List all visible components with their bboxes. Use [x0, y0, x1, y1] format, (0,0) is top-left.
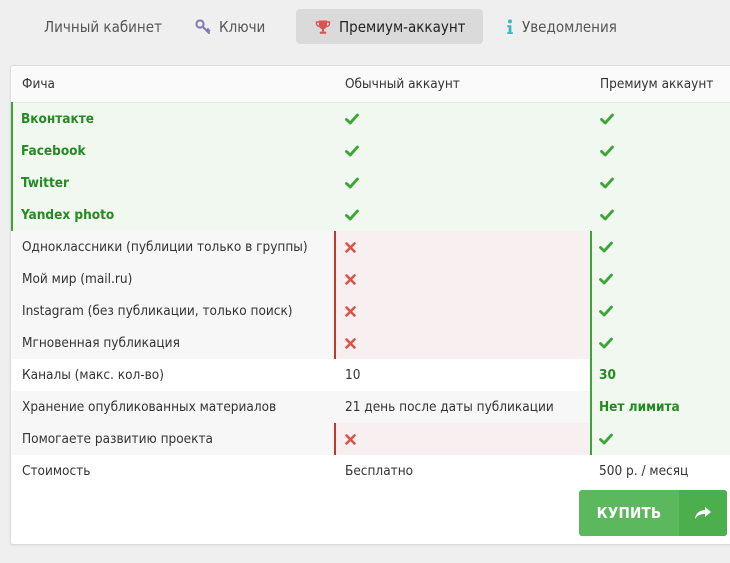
premium-cell [591, 102, 730, 135]
trophy-icon [315, 20, 331, 34]
feature-name: Yandex photo [11, 199, 335, 231]
tab-label: Премиум-аккаунт [339, 17, 466, 36]
check-icon [345, 145, 359, 157]
share-arrow-icon [695, 507, 711, 519]
cross-icon [345, 273, 356, 285]
check-icon [345, 209, 359, 221]
check-icon [599, 337, 613, 349]
table-row: Вконтакте [11, 102, 730, 135]
premium-cell [591, 199, 730, 231]
cross-icon [345, 305, 356, 317]
feature-name: Instagram (без публикации, только поиск) [12, 295, 335, 327]
table-row: Каналы (макс. кол-во) 10 30 [12, 359, 730, 391]
feature-name: Facebook [11, 135, 335, 167]
account-tabs: Личный кабинет Ключи Премиум-аккаунт Уве… [20, 9, 654, 44]
premium-cell [591, 167, 730, 199]
basic-value: 10 [335, 359, 591, 391]
tab-label: Уведомления [522, 17, 617, 36]
tab-personal-cabinet[interactable]: Личный кабинет [20, 9, 175, 44]
premium-cell [590, 423, 730, 455]
premium-panel: Фича Обычный аккаунт Премиум аккаунт Вко… [10, 65, 730, 545]
tab-notifications[interactable]: Уведомления [484, 9, 654, 44]
table-row: Instagram (без публикации, только поиск) [12, 295, 730, 327]
premium-cell [590, 295, 730, 327]
basic-cell [335, 135, 591, 167]
table-row: Одноклассники (публиции только в группы) [12, 231, 730, 263]
feature-name: Каналы (макс. кол-во) [12, 359, 335, 391]
premium-value: Нет лимита [590, 391, 730, 423]
basic-price: Бесплатно [335, 455, 591, 487]
premium-price: 500 р. / месяц [591, 455, 730, 487]
cross-icon [345, 337, 356, 349]
table-row: Мой мир (mail.ru) [12, 263, 730, 295]
feature-name: Вконтакте [11, 102, 335, 135]
tab-label: Ключи [219, 17, 266, 36]
premium-value: 30 [590, 359, 730, 391]
check-icon [345, 113, 359, 125]
check-icon [599, 433, 613, 445]
feature-name: Twitter [11, 167, 335, 199]
feature-name: Хранение опубликованных материалов [12, 391, 335, 423]
feature-name: Мой мир (mail.ru) [12, 263, 335, 295]
check-icon [600, 209, 614, 221]
table-row: Facebook [11, 135, 730, 167]
check-icon [600, 177, 614, 189]
feature-name: Одноклассники (публиции только в группы) [12, 231, 335, 263]
column-header-premium: Премиум аккаунт [591, 66, 730, 103]
feature-name: Помогаете развитию проекта [12, 423, 335, 455]
cross-icon [345, 433, 356, 445]
premium-cell [591, 135, 730, 167]
check-icon [345, 177, 359, 189]
tab-premium-account[interactable]: Премиум-аккаунт [296, 9, 483, 44]
table-row: Twitter [11, 167, 730, 199]
cross-icon [345, 241, 356, 253]
basic-cell [334, 231, 591, 263]
basic-cell [334, 423, 591, 455]
table-row: Мгновенная публикация [12, 327, 730, 359]
basic-cell [334, 263, 591, 295]
column-header-basic: Обычный аккаунт [335, 66, 591, 103]
basic-cell [335, 199, 591, 231]
feature-name: Стоимость [12, 455, 335, 487]
basic-cell [335, 102, 591, 135]
table-row: Yandex photo [11, 199, 730, 231]
buy-button-label: КУПИТЬ [596, 504, 662, 522]
check-icon [599, 241, 613, 253]
table-row: Хранение опубликованных материалов 21 де… [12, 391, 730, 423]
table-header-row: Фича Обычный аккаунт Премиум аккаунт [12, 66, 730, 103]
premium-cell [590, 263, 730, 295]
info-icon [507, 18, 513, 34]
basic-cell [335, 167, 591, 199]
buy-button-icon-area [679, 490, 727, 536]
check-icon [599, 273, 613, 285]
basic-cell [334, 327, 591, 359]
tab-keys[interactable]: Ключи [178, 9, 287, 44]
basic-cell [334, 295, 591, 327]
feature-name: Мгновенная публикация [12, 327, 335, 359]
feature-comparison-table: Фича Обычный аккаунт Премиум аккаунт Вко… [11, 66, 730, 487]
check-icon [600, 113, 614, 125]
basic-value: 21 день после даты публикации [335, 391, 591, 423]
key-icon [195, 18, 211, 34]
check-icon [600, 145, 614, 157]
column-header-feature: Фича [12, 66, 335, 103]
check-icon [599, 305, 613, 317]
table-row: Помогаете развитию проекта [12, 423, 730, 455]
buy-button[interactable]: КУПИТЬ [579, 490, 727, 536]
table-row: Стоимость Бесплатно 500 р. / месяц [12, 455, 730, 487]
tab-label: Личный кабинет [44, 17, 162, 36]
premium-cell [590, 327, 730, 359]
premium-cell [590, 231, 730, 263]
